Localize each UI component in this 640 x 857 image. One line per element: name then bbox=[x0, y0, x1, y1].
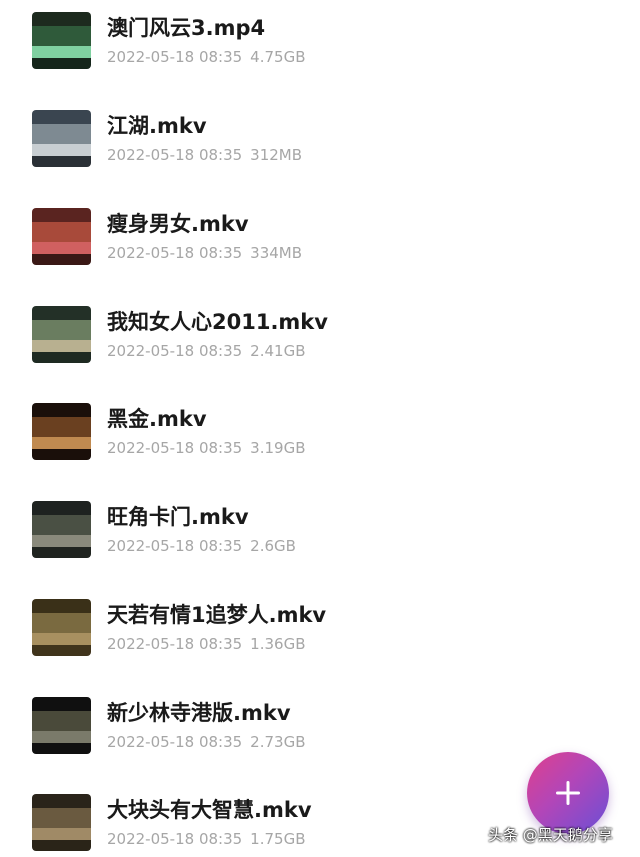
file-row[interactable]: 黑金.mkv 2022-05-18 08:35 3.19GB bbox=[0, 391, 640, 481]
file-row[interactable]: 旺角卡门.mkv 2022-05-18 08:35 2.6GB bbox=[0, 489, 640, 579]
video-thumbnail bbox=[32, 794, 91, 851]
file-date: 2022-05-18 08:35 bbox=[107, 635, 243, 653]
file-size: 312MB bbox=[250, 146, 303, 164]
file-meta: 2022-05-18 08:35 2.6GB bbox=[107, 536, 296, 556]
file-size: 2.41GB bbox=[250, 342, 306, 360]
file-name: 澳门风云3.mp4 bbox=[107, 16, 266, 40]
file-name: 大块头有大智慧.mkv bbox=[107, 798, 312, 822]
file-date: 2022-05-18 08:35 bbox=[107, 146, 243, 164]
video-thumbnail bbox=[32, 599, 91, 656]
file-name: 瘦身男女.mkv bbox=[107, 212, 249, 236]
video-thumbnail bbox=[32, 110, 91, 167]
video-thumbnail bbox=[32, 306, 91, 363]
file-meta: 2022-05-18 08:35 1.75GB bbox=[107, 829, 305, 849]
file-meta: 2022-05-18 08:35 3.19GB bbox=[107, 438, 305, 458]
file-row[interactable]: 天若有情1追梦人.mkv 2022-05-18 08:35 1.36GB bbox=[0, 587, 640, 677]
file-size: 334MB bbox=[250, 244, 303, 262]
file-meta: 2022-05-18 08:35 1.36GB bbox=[107, 634, 305, 654]
watermark: 头条 @黑天鹅分享 bbox=[488, 826, 613, 844]
file-date: 2022-05-18 08:35 bbox=[107, 342, 243, 360]
file-size: 3.19GB bbox=[250, 439, 306, 457]
file-list: 澳门风云3.mp4 2022-05-18 08:35 4.75GB 江湖.mkv 202… bbox=[0, 0, 640, 857]
file-date: 2022-05-18 08:35 bbox=[107, 439, 243, 457]
file-meta: 2022-05-18 08:35 2.73GB bbox=[107, 732, 305, 752]
file-date: 2022-05-18 08:35 bbox=[107, 537, 243, 555]
video-thumbnail bbox=[32, 12, 91, 69]
file-size: 4.75GB bbox=[250, 48, 306, 66]
file-name: 新少林寺港版.mkv bbox=[107, 701, 291, 725]
file-date: 2022-05-18 08:35 bbox=[107, 244, 243, 262]
file-name: 我知女人心2011.mkv bbox=[107, 310, 328, 334]
file-date: 2022-05-18 08:35 bbox=[107, 830, 243, 848]
add-button[interactable] bbox=[527, 752, 609, 834]
file-size: 1.36GB bbox=[250, 635, 306, 653]
file-date: 2022-05-18 08:35 bbox=[107, 48, 243, 66]
file-name: 江湖.mkv bbox=[107, 114, 207, 138]
file-name: 黑金.mkv bbox=[107, 407, 207, 431]
video-thumbnail bbox=[32, 697, 91, 754]
file-row[interactable]: 我知女人心2011.mkv 2022-05-18 08:35 2.41GB bbox=[0, 294, 640, 384]
file-meta: 2022-05-18 08:35 334MB bbox=[107, 243, 302, 263]
file-meta: 2022-05-18 08:35 2.41GB bbox=[107, 341, 305, 361]
file-name: 天若有情1追梦人.mkv bbox=[107, 603, 327, 627]
video-thumbnail bbox=[32, 208, 91, 265]
file-row[interactable]: 澳门风云3.mp4 2022-05-18 08:35 4.75GB bbox=[0, 0, 640, 90]
file-meta: 2022-05-18 08:35 4.75GB bbox=[107, 47, 305, 67]
plus-icon bbox=[556, 781, 580, 805]
video-thumbnail bbox=[32, 403, 91, 460]
file-size: 2.73GB bbox=[250, 733, 306, 751]
file-size: 2.6GB bbox=[250, 537, 296, 555]
file-meta: 2022-05-18 08:35 312MB bbox=[107, 145, 302, 165]
file-size: 1.75GB bbox=[250, 830, 306, 848]
file-date: 2022-05-18 08:35 bbox=[107, 733, 243, 751]
video-thumbnail bbox=[32, 501, 91, 558]
file-name: 旺角卡门.mkv bbox=[107, 505, 249, 529]
file-row[interactable]: 江湖.mkv 2022-05-18 08:35 312MB bbox=[0, 98, 640, 188]
file-row[interactable]: 瘦身男女.mkv 2022-05-18 08:35 334MB bbox=[0, 196, 640, 286]
